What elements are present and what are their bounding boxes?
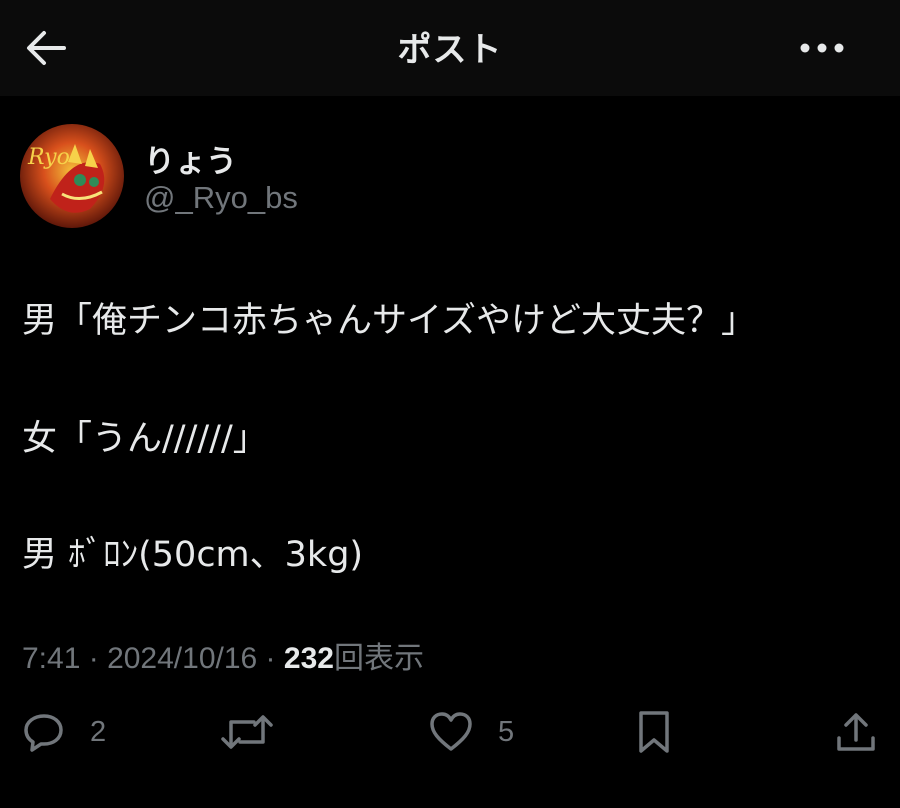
view-count-label[interactable]: 回表示 (334, 642, 424, 675)
author-display-name[interactable]: りょう (144, 136, 237, 181)
meta-separator: · (257, 642, 284, 675)
like-button[interactable]: 5 (428, 700, 514, 764)
post-text-line-1: 男「俺チンコ赤ちゃんサイズやけど大丈夫？」 (22, 301, 756, 341)
reply-icon (24, 714, 63, 752)
post-time[interactable]: 7:41 (22, 642, 80, 675)
reply-button[interactable]: 2 (22, 700, 106, 764)
post-date[interactable]: 2024/10/16 (107, 642, 257, 675)
heart-icon (430, 712, 472, 751)
retweet-button[interactable] (220, 700, 298, 764)
meta-separator: · (80, 642, 108, 675)
retweet-icon (221, 715, 273, 749)
post-metadata: 7:41 · 2024/10/16 · 232回表示 (22, 633, 424, 677)
bookmark-icon (639, 711, 669, 753)
post-text-line-2: 女「うん//////」 (22, 419, 268, 459)
author-handle[interactable]: @_Ryo_bs (144, 180, 298, 216)
bookmark-button[interactable] (636, 700, 672, 764)
top-bar: ポスト (0, 0, 900, 96)
page-title: ポスト (397, 30, 503, 70)
action-bar: 2 5 (0, 700, 900, 764)
svg-text:Ryo: Ryo (27, 145, 70, 170)
view-count[interactable]: 232 (284, 642, 334, 675)
more-horizontal-icon (800, 43, 844, 53)
avatar[interactable]: Ryo (20, 124, 124, 228)
share-button[interactable] (834, 700, 878, 764)
share-icon (837, 713, 875, 751)
avatar-image: Ryo (20, 124, 124, 228)
like-count: 5 (498, 715, 515, 748)
more-options-button[interactable] (794, 28, 850, 68)
post-text-line-3: 男 ﾎﾞﾛﾝ(50cm、3kg) (22, 535, 364, 575)
reply-count: 2 (90, 715, 107, 748)
